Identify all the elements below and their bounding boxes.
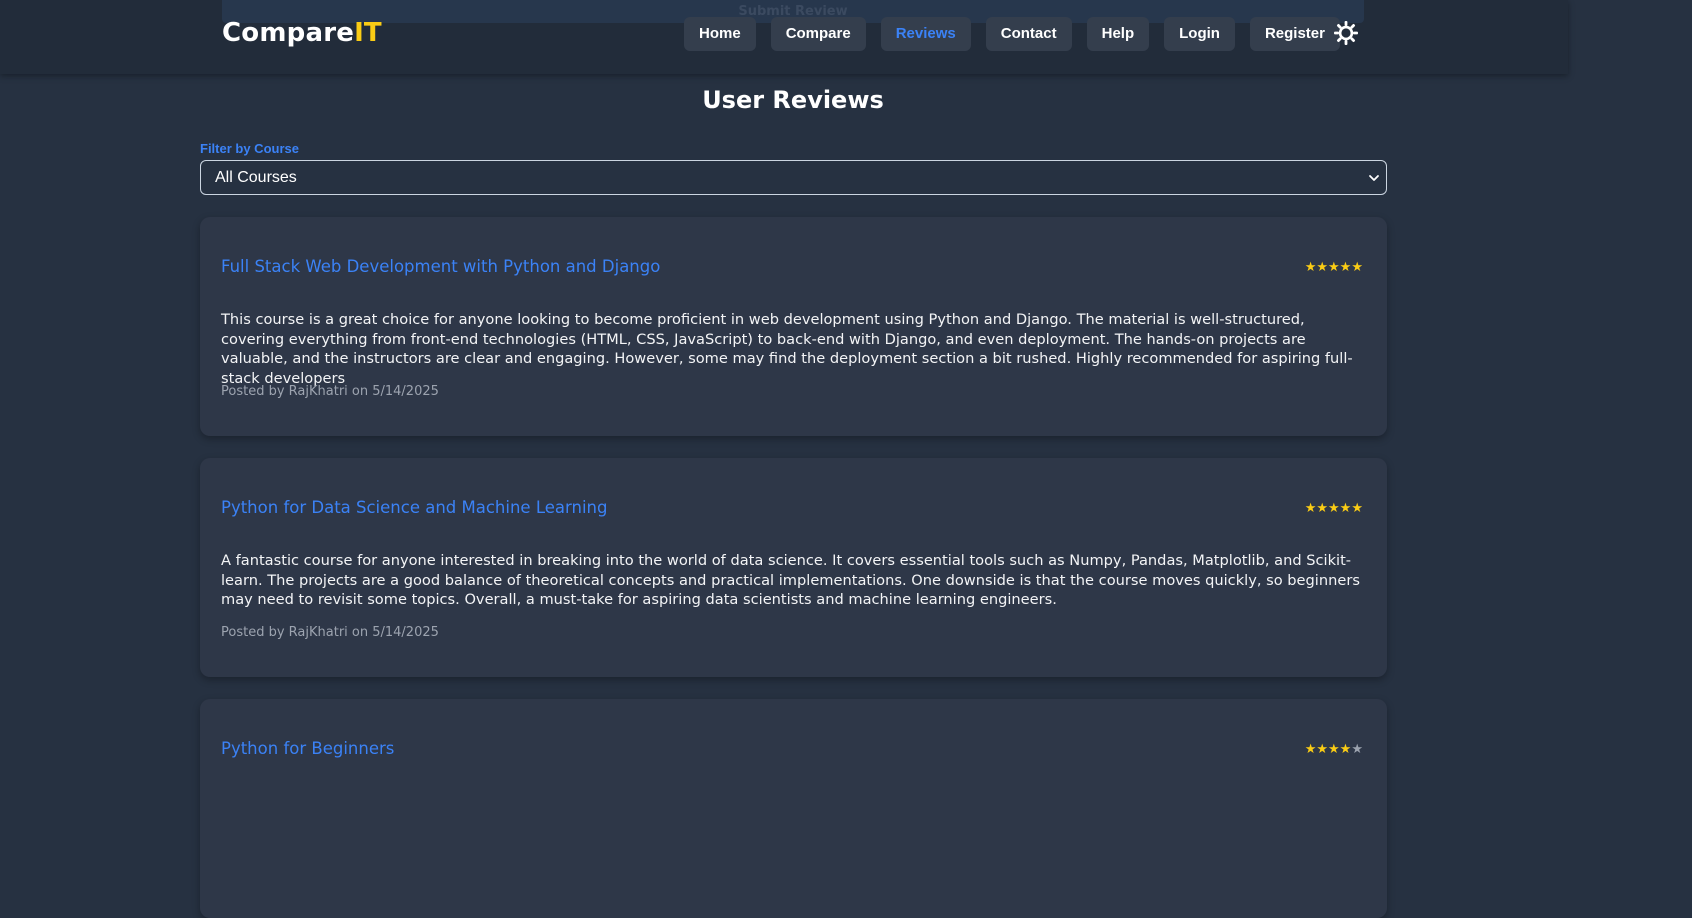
nav-home-button[interactable]: Home xyxy=(684,17,756,51)
main-nav: Home Compare Reviews Contact Help Login … xyxy=(684,17,1340,51)
nav-contact-button[interactable]: Contact xyxy=(985,17,1072,51)
star-icons: ★★★★★ xyxy=(1304,260,1363,275)
review-meta: Posted by RajKhatri on 5/14/2025 xyxy=(221,384,439,399)
rating-stars: ★★★★★ xyxy=(1305,743,1363,756)
theme-toggle-button[interactable] xyxy=(1333,20,1359,46)
course-filter-value: All Courses xyxy=(215,169,297,186)
review-meta: Posted by RajKhatri on 5/14/2025 xyxy=(221,625,439,640)
star-icons: ★★★★★ xyxy=(1304,501,1363,516)
site-header: Submit Review CompareIT Home Compare Rev… xyxy=(0,0,1568,74)
review-text: A fantastic course for anyone interested… xyxy=(221,552,1360,608)
course-filter-select[interactable]: All Courses xyxy=(200,160,1387,195)
review-card: Python for Data Science and Machine Lear… xyxy=(200,458,1387,677)
review-card: Python for Beginners ★★★★★ xyxy=(200,699,1387,918)
rating-stars: ★★★★★ xyxy=(1305,502,1363,515)
page-title: User Reviews xyxy=(702,86,884,114)
review-course-title[interactable]: Python for Data Science and Machine Lear… xyxy=(221,498,607,517)
review-text: This course is a great choice for anyone… xyxy=(221,311,1353,387)
nav-help-button[interactable]: Help xyxy=(1086,17,1150,51)
rating-stars: ★★★★★ xyxy=(1305,261,1363,274)
site-logo[interactable]: CompareIT xyxy=(222,18,382,48)
star-icons-empty: ★ xyxy=(1351,742,1363,757)
nav-login-button[interactable]: Login xyxy=(1164,17,1235,51)
nav-register-button[interactable]: Register xyxy=(1249,17,1340,51)
logo-main: Compare xyxy=(222,18,355,48)
star-icons-filled: ★★★★ xyxy=(1304,742,1352,757)
filter-label: Filter by Course xyxy=(200,141,299,156)
nav-reviews-button[interactable]: Reviews xyxy=(880,17,971,51)
sun-icon xyxy=(1334,21,1358,45)
logo-accent: IT xyxy=(354,18,382,48)
review-course-title[interactable]: Full Stack Web Development with Python a… xyxy=(221,257,660,276)
chevron-down-icon xyxy=(1369,175,1379,181)
review-course-title[interactable]: Python for Beginners xyxy=(221,739,394,758)
review-card: Full Stack Web Development with Python a… xyxy=(200,217,1387,436)
nav-compare-button[interactable]: Compare xyxy=(770,17,866,51)
